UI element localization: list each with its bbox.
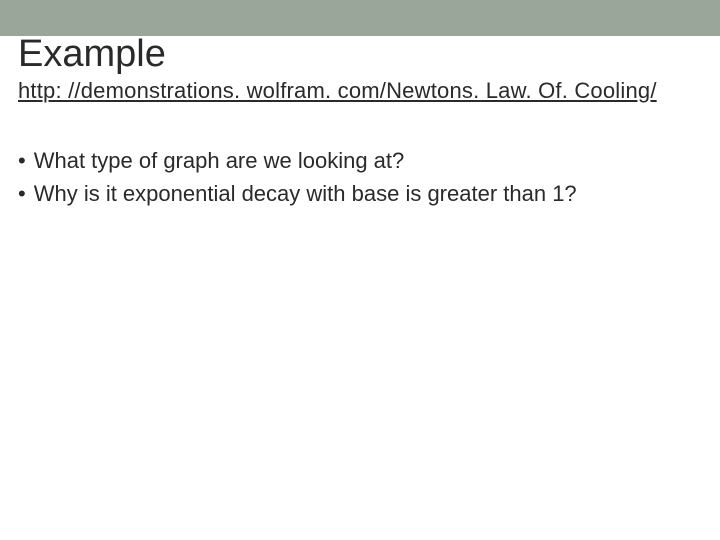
list-item: • Why is it exponential decay with base … [18, 179, 702, 209]
header-band [0, 0, 720, 36]
slide-title: Example [18, 34, 702, 76]
slide-content: Example http: //demonstrations. wolfram.… [0, 34, 720, 209]
bullet-icon: • [18, 146, 26, 176]
bullet-icon: • [18, 179, 26, 209]
bullet-text: Why is it exponential decay with base is… [34, 179, 577, 209]
bullet-text: What type of graph are we looking at? [34, 146, 405, 176]
slide-link[interactable]: http: //demonstrations. wolfram. com/New… [18, 78, 702, 104]
list-item: • What type of graph are we looking at? [18, 146, 702, 176]
bullet-list: • What type of graph are we looking at? … [18, 146, 702, 209]
